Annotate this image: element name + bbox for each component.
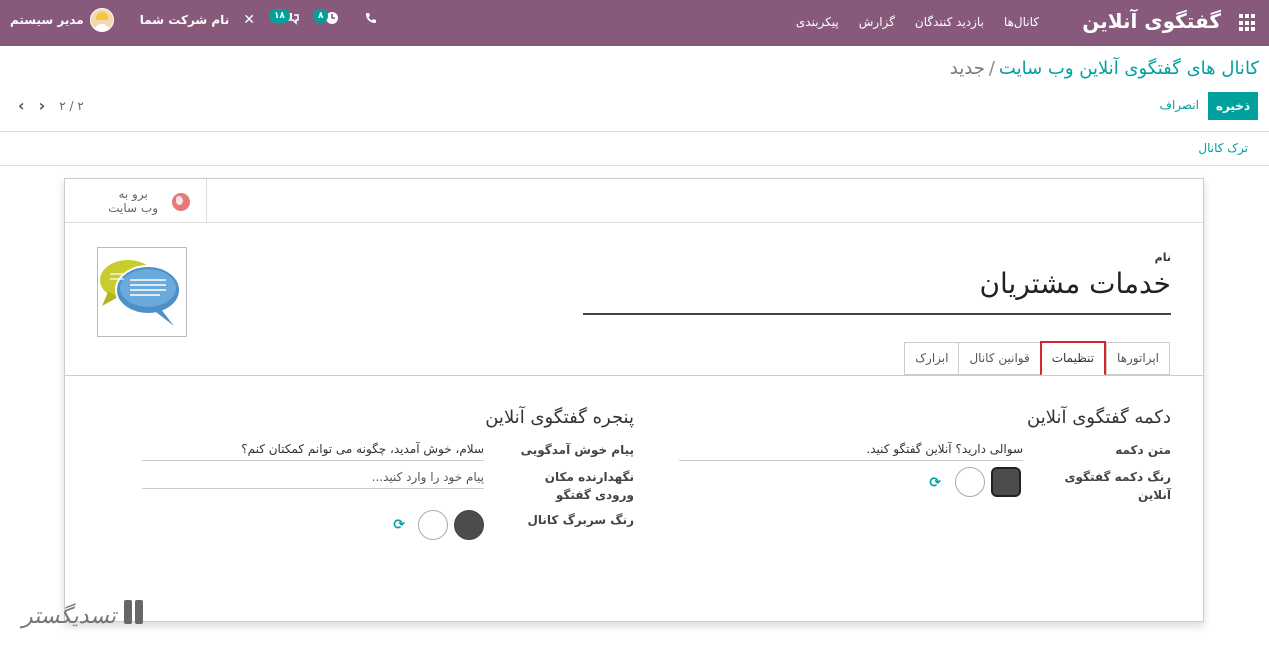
breadcrumb-parent-link[interactable]: کانال های گفتگوی آنلاین وب سایت: [999, 58, 1259, 79]
phone-icon[interactable]: [365, 12, 377, 28]
refresh-icon[interactable]: ⟳: [393, 517, 405, 533]
watermark-text: تسدیگستر: [22, 603, 116, 629]
go-to-website-label: برو به وب سایت: [108, 187, 158, 215]
apps-menu-icon[interactable]: [1239, 14, 1257, 32]
company-switcher[interactable]: نام شرکت شما: [140, 13, 229, 27]
status-bar: ترک کانال: [0, 132, 1269, 166]
pager-value[interactable]: ۲ / ۲: [59, 99, 84, 113]
company-name: نام شرکت شما: [139, 13, 230, 27]
livechat-button-section-title: دکمه گفتگوی آنلاین: [1027, 407, 1171, 428]
button-box: برو به وب سایت: [65, 179, 1203, 223]
menu-item-configuration[interactable]: پیکربندی: [796, 15, 839, 29]
input-placeholder-input[interactable]: پیام خود را وارد کنید...: [142, 469, 484, 489]
breadcrumb-current: جدید: [949, 58, 985, 79]
button-color-label: رنگ دکمه گفتگوی آنلاین: [1064, 470, 1171, 502]
welcome-message-label: پیام خوش آمدگویی: [520, 443, 634, 457]
clock-icon[interactable]: ۸: [312, 9, 339, 29]
button-text-label: متن دکمه: [1115, 443, 1171, 457]
breadcrumb: کانال های گفتگوی آنلاین وب سایت/جدید: [950, 58, 1259, 79]
chevron-right-icon[interactable]: ›: [39, 96, 46, 115]
button-color-primary-swatch[interactable]: [991, 467, 1021, 497]
channel-image[interactable]: [97, 247, 187, 337]
chat-icon[interactable]: ۱۸: [268, 9, 299, 29]
messages-badge: ۱۸: [268, 9, 290, 23]
globe-icon: [172, 193, 190, 211]
name-label: نام: [1154, 251, 1171, 264]
save-button[interactable]: ذخیره: [1208, 92, 1258, 120]
header-color-primary-swatch[interactable]: [454, 510, 484, 540]
avatar: [89, 8, 114, 32]
button-text-input[interactable]: سوالی دارید؟ آنلاین گفتگو کنید.: [679, 441, 1023, 461]
button-color-secondary-swatch[interactable]: [955, 467, 985, 497]
tab-operators[interactable]: اپراتورها: [1106, 342, 1170, 375]
discard-button[interactable]: انصراف: [1160, 98, 1199, 112]
go-to-website-line2: وب سایت: [108, 201, 158, 215]
pager: ‹ › ۲ / ۲: [18, 96, 84, 115]
watermark-logo-icon: [122, 596, 148, 636]
menu-item-channels[interactable]: کانال‌ها: [1004, 15, 1039, 29]
main-menu: کانال‌ها بازدید کنندگان گزارش پیکربندی: [796, 15, 1039, 29]
header-color-label: رنگ سربرگ کانال: [527, 513, 635, 527]
app-brand[interactable]: گفتگوی آنلاین: [1082, 9, 1221, 33]
top-navbar: گفتگوی آنلاین کانال‌ها بازدید کنندگان گز…: [0, 0, 1269, 46]
livechat-window-section-title: پنجره گفتگوی آنلاین: [485, 407, 634, 428]
systray: مدیر سیستم نام شرکت شما ✕ ۱۸ ۸: [10, 8, 377, 32]
welcome-message-input[interactable]: سلام، خوش آمدید، چگونه می توانم کمکتان ک…: [142, 441, 484, 461]
notebook-tabs: اپراتورها تنظیمات قوانین کانال ابزارک: [904, 341, 1170, 376]
tab-settings[interactable]: تنظیمات: [1039, 341, 1107, 376]
watermark: تسدیگستر: [22, 596, 148, 636]
name-input[interactable]: خدمات مشتریان: [583, 267, 1171, 315]
input-placeholder-label: نگهدارنده مکان ورودی گفتگو: [544, 470, 634, 502]
chevron-left-icon[interactable]: ‹: [18, 96, 25, 115]
go-to-website-line1: برو به: [118, 187, 148, 201]
tools-icon[interactable]: ✕: [243, 12, 255, 28]
refresh-icon[interactable]: ⟳: [929, 475, 941, 491]
leave-channel-button[interactable]: ترک کانال: [1198, 141, 1248, 155]
menu-item-report[interactable]: گزارش: [859, 15, 895, 29]
breadcrumb-separator: /: [988, 58, 995, 79]
form-sheet: برو به وب سایت نام خدمات مشتریان اپراتور…: [64, 178, 1204, 622]
user-name: مدیر سیستم: [10, 13, 84, 27]
tab-divider: [65, 375, 1203, 376]
user-menu[interactable]: مدیر سیستم: [10, 8, 114, 32]
tab-channel-rules[interactable]: قوانین کانال: [958, 342, 1040, 375]
menu-item-visitors[interactable]: بازدید کنندگان: [915, 15, 984, 29]
header-color-secondary-swatch[interactable]: [418, 510, 448, 540]
tab-widget[interactable]: ابزارک: [904, 342, 959, 375]
go-to-website-button[interactable]: برو به وب سایت: [65, 179, 207, 222]
